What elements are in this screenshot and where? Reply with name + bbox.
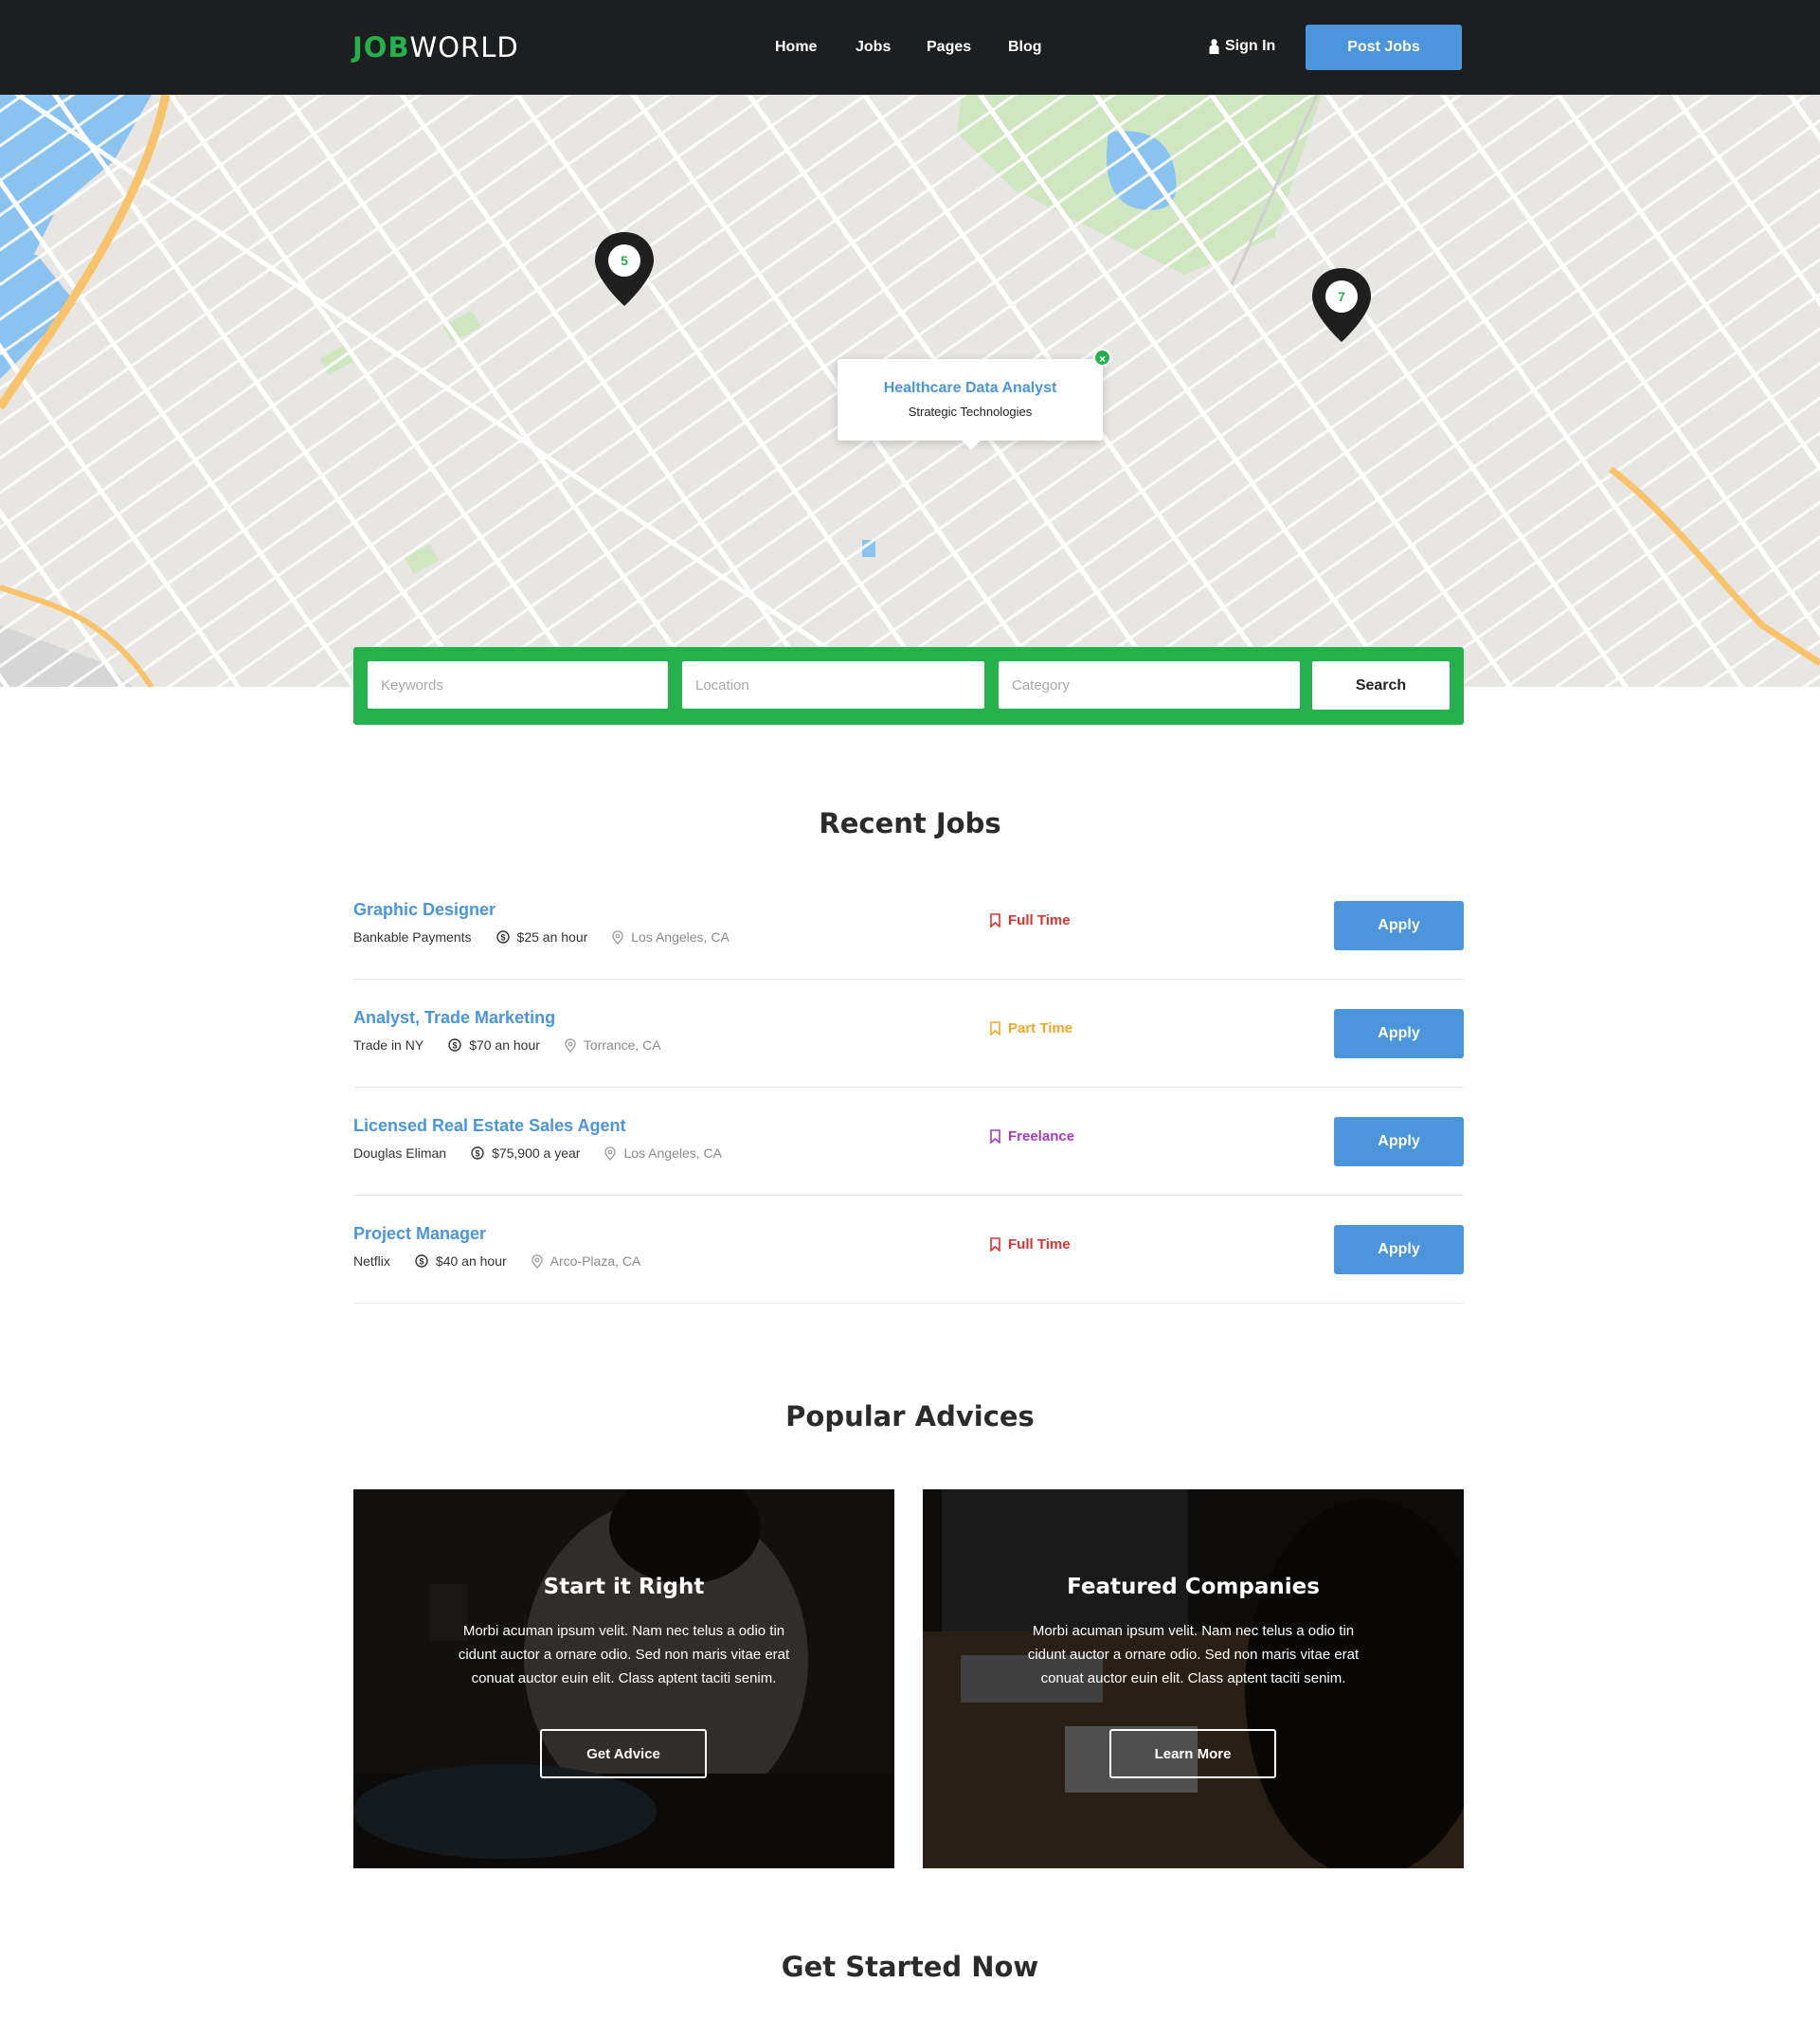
job-row: Licensed Real Estate Sales Agent Douglas…	[353, 1088, 1464, 1196]
sign-in-link[interactable]: Sign In	[1209, 37, 1275, 56]
job-type-label: Part Time	[1008, 1020, 1073, 1036]
card-title: Start it Right	[543, 1575, 705, 1599]
job-location: Arco-Plaza, CA	[550, 1253, 641, 1269]
job-map[interactable]: 5 7 Healthcare Data Analyst Strategic Te…	[0, 95, 1820, 687]
recent-jobs-title: Recent Jobs	[819, 807, 1001, 839]
job-title[interactable]: Project Manager	[353, 1224, 486, 1244]
nav-jobs[interactable]: Jobs	[856, 38, 891, 57]
nav-home[interactable]: Home	[775, 38, 817, 57]
job-type-label: Full Time	[1008, 912, 1071, 928]
cluster-count-left: 5	[621, 253, 628, 268]
dollar-icon: $	[448, 1038, 461, 1052]
dollar-icon: $	[471, 1146, 484, 1160]
map-pin-icon	[612, 929, 623, 945]
job-row: Analyst, Trade Marketing Trade in NY $ $…	[353, 980, 1464, 1088]
job-search-bar: Search	[353, 647, 1464, 725]
job-popup[interactable]: Healthcare Data Analyst Strategic Techno…	[838, 359, 1103, 450]
svg-text:$: $	[453, 1041, 458, 1051]
card-text: Morbi acuman ipsum velit. Nam nec telus …	[458, 1623, 790, 1686]
search-button[interactable]: Search	[1312, 661, 1450, 710]
get-started-title: Get Started Now	[781, 1951, 1039, 1983]
map-cluster-pin-left[interactable]: 5	[593, 230, 656, 308]
advice-card-start-it-right: Start it Right Morbi acuman ipsum velit.…	[353, 1489, 894, 1868]
dollar-icon: $	[415, 1254, 428, 1268]
cluster-count-right: 7	[1338, 289, 1345, 304]
job-location: Los Angeles, CA	[623, 1145, 722, 1161]
bookmark-icon	[990, 1021, 1000, 1036]
popup-job-title[interactable]: Healthcare Data Analyst	[838, 380, 1103, 397]
main-nav: Home Jobs Pages Blog	[0, 38, 1820, 61]
job-salary: $25 an hour	[516, 929, 588, 945]
svg-text:$: $	[500, 933, 505, 943]
svg-text:$: $	[476, 1149, 480, 1159]
post-jobs-button[interactable]: Post Jobs	[1306, 25, 1462, 70]
job-salary: $70 an hour	[469, 1037, 540, 1053]
advice-card-featured-companies: Featured Companies Morbi acuman ipsum ve…	[923, 1489, 1464, 1868]
bookmark-icon	[990, 1129, 1000, 1144]
keywords-input[interactable]	[368, 661, 668, 709]
location-input[interactable]	[682, 661, 984, 709]
apply-button[interactable]: Apply	[1334, 1009, 1464, 1058]
map-pin-icon	[565, 1037, 576, 1053]
job-company: Bankable Payments	[353, 929, 472, 945]
job-type-label: Full Time	[1008, 1236, 1071, 1252]
job-title[interactable]: Graphic Designer	[353, 900, 496, 920]
card-title: Featured Companies	[1067, 1575, 1320, 1599]
category-input[interactable]	[999, 661, 1300, 709]
job-type-badge: Freelance	[990, 1128, 1074, 1144]
job-location: Torrance, CA	[583, 1037, 661, 1053]
learn-more-button[interactable]: Learn More	[1109, 1729, 1276, 1778]
job-type-badge: Full Time	[990, 1236, 1071, 1252]
bookmark-icon	[990, 1237, 1000, 1252]
map-cluster-pin-right[interactable]: 7	[1310, 266, 1373, 344]
svg-text:$: $	[419, 1257, 423, 1267]
bookmark-icon	[990, 913, 1000, 928]
top-navbar: JOBWORLD Home Jobs Pages Blog Sign In Po…	[0, 0, 1820, 95]
close-icon[interactable]: ×	[1093, 349, 1111, 367]
job-title[interactable]: Analyst, Trade Marketing	[353, 1008, 555, 1028]
map-pin-icon	[604, 1145, 617, 1161]
job-salary: $75,900 a year	[492, 1145, 581, 1161]
map-pin-icon	[531, 1253, 543, 1269]
job-meta: Netflix $ $40 an hour Arco-Plaza, CA	[353, 1253, 640, 1269]
job-row: Graphic Designer Bankable Payments $ $25…	[353, 872, 1464, 980]
sign-in-label: Sign In	[1225, 38, 1276, 54]
user-icon	[1209, 39, 1219, 54]
job-meta: Douglas Eliman $ $75,900 a year Los Ange…	[353, 1145, 722, 1161]
job-meta: Trade in NY $ $70 an hour Torrance, CA	[353, 1037, 661, 1053]
job-type-label: Freelance	[1008, 1128, 1075, 1144]
nav-pages[interactable]: Pages	[927, 38, 971, 57]
job-company: Trade in NY	[353, 1037, 424, 1053]
job-type-badge: Part Time	[990, 1020, 1072, 1036]
job-title[interactable]: Licensed Real Estate Sales Agent	[353, 1116, 625, 1136]
apply-button[interactable]: Apply	[1334, 1225, 1464, 1274]
card-text: Morbi acuman ipsum velit. Nam nec telus …	[1027, 1623, 1360, 1686]
apply-button[interactable]: Apply	[1334, 1117, 1464, 1166]
job-location: Los Angeles, CA	[631, 929, 730, 945]
job-salary: $40 an hour	[435, 1253, 507, 1269]
job-company: Netflix	[353, 1253, 390, 1269]
apply-button[interactable]: Apply	[1334, 901, 1464, 950]
job-company: Douglas Eliman	[353, 1145, 447, 1161]
get-advice-button[interactable]: Get Advice	[540, 1729, 707, 1778]
popup-company: Strategic Technologies	[908, 405, 1033, 419]
popular-advices-title: Popular Advices	[785, 1400, 1035, 1432]
job-type-badge: Full Time	[990, 912, 1071, 928]
job-meta: Bankable Payments $ $25 an hour Los Ange…	[353, 929, 730, 945]
nav-blog[interactable]: Blog	[1008, 38, 1042, 57]
dollar-icon: $	[496, 930, 510, 944]
job-row: Project Manager Netflix $ $40 an hour Ar…	[353, 1196, 1464, 1304]
